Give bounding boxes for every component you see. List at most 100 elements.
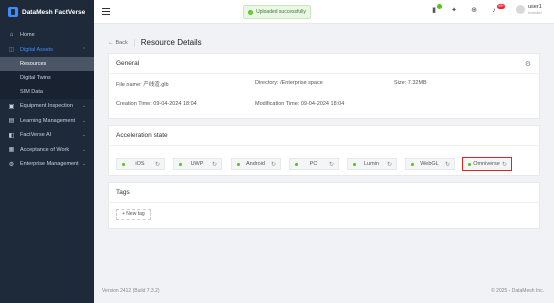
platform-label: Omniverse <box>473 161 500 167</box>
platform-label: iOS <box>135 161 145 167</box>
chevron-down-icon: ⌄ <box>81 161 86 167</box>
modification-time-field: Modification Time: 09-04-2024 18:04 <box>255 101 344 107</box>
general-title: General <box>116 60 140 67</box>
language-icon[interactable]: ⊕ <box>470 6 478 16</box>
sidebar-subnav: Resources Digital Twins SIM Data <box>0 57 94 99</box>
creation-time-field: Creation Time: 09-04-2024 18:04 <box>116 101 197 107</box>
sidebar-item-learning-management[interactable]: ▤ Learning Management ⌄ <box>0 114 94 129</box>
refresh-icon[interactable]: ↻ <box>502 161 507 168</box>
file-name-field: File name: 产线渲.glb <box>116 80 169 88</box>
sidebar: DataMesh FactVerse ⌂ Home ◫ Digital Asse… <box>0 0 94 303</box>
acceleration-card: Acceleration state iOS ↻ UWP ↻ Android ↻… <box>108 125 540 176</box>
sidebar-item-digital-assets[interactable]: ◫ Digital Assets ⌃ <box>0 43 94 58</box>
sidebar-item-factverse-ai[interactable]: ◧ FactVerse AI ⌄ <box>0 128 94 143</box>
sidebar-item-enterprise-management[interactable]: ⚙ Enterprise Management ⌄ <box>0 157 94 172</box>
file-name-value: 产线渲.glb <box>143 82 169 88</box>
avatar <box>515 5 525 14</box>
acceleration-title: Acceleration state <box>116 132 168 139</box>
sidebar-item-label: Acceptance of Work <box>20 146 70 153</box>
notification-badge: 99+ <box>497 4 505 9</box>
chevron-down-icon: ⌄ <box>81 132 86 138</box>
refresh-icon[interactable]: ↻ <box>387 161 392 168</box>
creation-time-value: 09-04-2024 18:04 <box>153 101 197 107</box>
new-tag-button[interactable]: + New tag <box>116 209 151 220</box>
platform-chip-lumin[interactable]: Lumin ↻ <box>347 158 397 170</box>
digital-assets-icon: ◫ <box>8 47 15 54</box>
footer: Version 2412 (Build 7.3.2) © 2025 - Data… <box>94 282 554 303</box>
ai-icon: ◧ <box>8 132 15 139</box>
directory-label: Directory: <box>255 80 279 86</box>
arrow-left-icon: ← <box>108 39 114 46</box>
platform-label: PC <box>309 161 318 167</box>
size-value: 7.32MB <box>407 80 427 86</box>
version-text: Version 2412 (Build 7.3.2) <box>102 288 160 294</box>
topbar-icons: ▮ ✦ ⊕ ♪ 99+ <box>430 4 505 16</box>
creation-time-label: Creation Time: <box>116 101 152 107</box>
back-button[interactable]: ← Back <box>108 40 128 46</box>
refresh-icon[interactable]: ↻ <box>155 161 160 168</box>
platform-chip-webgl[interactable]: WebGL ↻ <box>405 158 455 170</box>
refresh-icon[interactable]: ↻ <box>212 161 217 168</box>
sidebar-item-label: FactVerse AI <box>20 132 52 139</box>
page-header: ← Back Resource Details <box>108 38 202 47</box>
brand-name: DataMesh FactVerse <box>22 8 86 16</box>
user-menu[interactable]: user1 Installer <box>515 4 542 15</box>
platform-chip-pc[interactable]: PC ↻ <box>289 158 339 170</box>
sidebar-subitem-resources[interactable]: Resources <box>0 57 94 71</box>
toast-message: Uploaded successfully <box>256 9 306 15</box>
acceptance-icon: ▦ <box>8 147 15 154</box>
brand-logo-icon <box>8 7 18 17</box>
sidebar-nav: ⌂ Home ◫ Digital Assets ⌃ Resources Digi… <box>0 28 94 172</box>
sidebar-item-equipment-inspection[interactable]: ▣ Equipment Inspection ⌄ <box>0 99 94 114</box>
inspection-icon: ▣ <box>8 103 15 110</box>
platform-chip-android[interactable]: Android ↻ <box>231 158 281 170</box>
platform-label: WebGL <box>420 161 439 167</box>
settings-icon[interactable]: ⚙ <box>525 60 531 68</box>
sidebar-item-home[interactable]: ⌂ Home <box>0 28 94 43</box>
settings-icon[interactable]: ✦ <box>450 6 458 16</box>
tags-card: Tags + New tag <box>108 182 540 229</box>
divider <box>109 202 539 203</box>
divider <box>109 73 539 74</box>
sidebar-item-label: Enterprise Management <box>20 161 79 168</box>
menu-toggle-icon[interactable] <box>102 8 110 15</box>
chevron-down-icon: ⌄ <box>81 103 86 109</box>
page-title: Resource Details <box>140 38 202 47</box>
back-label: Back <box>115 39 128 46</box>
topbar: ✓ Uploaded successfully ▮ ✦ ⊕ ♪ 99+ user1… <box>94 0 554 24</box>
chevron-down-icon: ⌄ <box>81 117 86 124</box>
platform-chip-uwp[interactable]: UWP ↻ <box>173 158 222 170</box>
platform-chip-omniverse[interactable]: Omniverse ↻ <box>462 157 512 171</box>
refresh-icon[interactable]: ↻ <box>445 161 450 168</box>
sidebar-subitem-digital-twins[interactable]: Digital Twins <box>0 71 94 85</box>
file-name-label: File name: <box>116 82 142 88</box>
check-circle-icon: ✓ <box>248 9 254 15</box>
chevron-up-icon: ⌃ <box>81 46 86 53</box>
sidebar-subitem-sim-data[interactable]: SIM Data <box>0 85 94 99</box>
refresh-icon[interactable]: ↻ <box>329 161 334 168</box>
divider <box>133 38 135 47</box>
sidebar-item-acceptance-of-work[interactable]: ▦ Acceptance of Work ⌄ <box>0 143 94 158</box>
brand[interactable]: DataMesh FactVerse <box>0 0 94 24</box>
divider <box>109 145 539 146</box>
tags-title: Tags <box>116 189 130 196</box>
size-label: Size: <box>394 80 407 86</box>
task-badge <box>437 4 442 9</box>
general-card: General ⚙ File name: 产线渲.glb Directory: … <box>108 53 540 119</box>
directory-value: /Enterprise space <box>280 80 323 86</box>
user-role: Installer <box>527 10 542 15</box>
home-icon: ⌂ <box>9 32 14 39</box>
modification-time-value: 09-04-2024 18:04 <box>300 101 345 107</box>
sidebar-item-label: Equipment Inspection <box>20 103 73 110</box>
chevron-down-icon: ⌄ <box>81 146 86 153</box>
notification-bell-icon[interactable]: ♪ 99+ <box>490 4 505 16</box>
sidebar-item-label: Home <box>20 32 35 39</box>
task-icon[interactable]: ▮ <box>430 4 442 16</box>
learning-icon: ▤ <box>8 118 15 125</box>
platform-chip-ios[interactable]: iOS ↻ <box>116 158 165 170</box>
enterprise-icon: ⚙ <box>8 161 15 168</box>
refresh-icon[interactable]: ↻ <box>271 161 276 168</box>
copyright-text: © 2025 - DataMesh Inc. <box>491 288 544 294</box>
platform-label: Android <box>246 161 265 167</box>
sidebar-item-label: Learning Management <box>20 117 76 124</box>
